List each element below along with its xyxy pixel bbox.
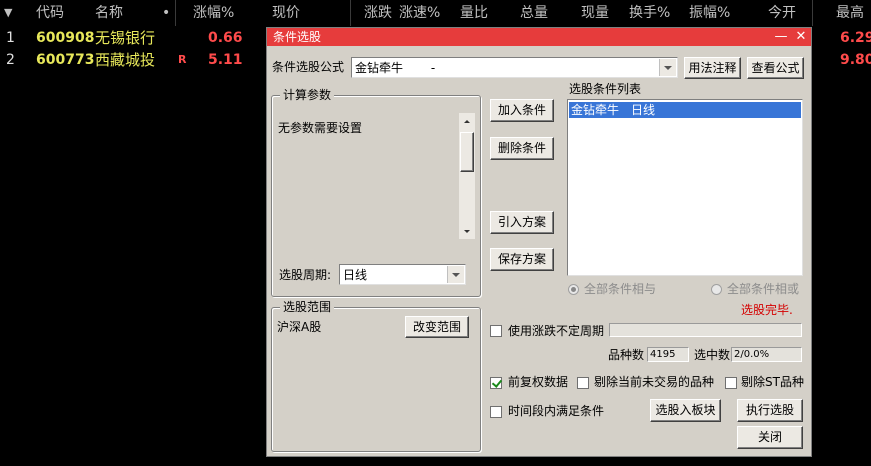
exclude-untraded-label: 剔除当前未交易的品种 [594,375,715,389]
header-divider [175,0,176,26]
uncertain-period-label: 使用涨跌不定周期 [508,324,605,338]
stock-change-pct: 0.66 [208,30,243,46]
radio-all-and[interactable] [568,284,579,295]
time-period-label: 时间段内满足条件 [508,404,605,418]
header-divider [812,0,813,26]
condition-list-label: 选股条件列表 [569,82,642,96]
adjusted-data-checkbox[interactable] [490,377,502,389]
radio-all-or-label: 全部条件相或 [727,282,800,296]
scroll-thumb[interactable] [460,132,474,172]
row-index: 2 [6,52,15,68]
count-value: 4195 [647,347,689,362]
params-group-title: 计算参数 [280,88,335,102]
row-index: 1 [6,30,15,46]
col-header-vol-ratio[interactable]: 量比 [460,0,488,26]
scroll-up-icon[interactable] [459,113,475,129]
stock-code: 600773 [36,52,95,68]
col-header-amplitude[interactable]: 振幅% [689,0,730,26]
uncertain-period-field [609,323,802,337]
radio-all-and-label: 全部条件相与 [584,282,657,296]
condition-screening-dialog: 条件选股 — ✕ 条件选股公式 金钻牵牛 - 用法注释 查看公式 计算参数 无参… [266,27,812,457]
col-header-price[interactable]: 现价 [272,0,300,26]
formula-label: 条件选股公式 [272,60,345,74]
stock-high: 6.29 [840,30,871,46]
period-value: 日线 [343,268,368,282]
col-header-change[interactable]: 涨跌 [364,0,392,26]
sort-indicator-icon[interactable]: ▼ [4,0,12,26]
col-header-name[interactable]: 名称 [95,0,123,26]
exclude-untraded-checkbox[interactable] [577,377,589,389]
dialog-titlebar[interactable]: 条件选股 — ✕ [267,28,811,46]
col-header-code[interactable]: 代码 [36,0,64,26]
formula-select[interactable]: 金钻牵牛 - [351,57,678,78]
view-formula-button[interactable]: 查看公式 [747,57,804,79]
stock-name: 西藏城投 [95,51,156,69]
usage-notes-button[interactable]: 用法注释 [684,57,741,79]
stock-change-pct: 5.11 [208,52,243,68]
status-text: 选股完毕. [741,303,793,317]
chevron-down-icon[interactable] [659,59,676,76]
chevron-down-icon[interactable] [447,266,464,283]
params-scrollbar[interactable] [459,113,475,239]
import-plan-button[interactable]: 引入方案 [490,211,554,234]
period-select[interactable]: 日线 [339,264,466,285]
dialog-title: 条件选股 [273,30,322,44]
execute-screening-button[interactable]: 执行选股 [737,399,803,422]
add-condition-button[interactable]: 加入条件 [490,99,554,122]
col-header-dot: • [162,5,171,21]
col-header-change-pct[interactable]: 涨幅% [193,0,234,26]
params-text: 无参数需要设置 [278,121,363,135]
col-header-speed[interactable]: 涨速% [399,0,440,26]
adjusted-data-label: 前复权数据 [508,375,569,389]
selected-value: 2/0.0% [731,347,802,362]
list-item[interactable]: 金钻牵牛 日线 [569,102,801,118]
col-header-open[interactable]: 今开 [768,0,796,26]
count-label: 品种数 [608,348,645,362]
stock-high: 9.80 [840,52,871,68]
col-header-total-vol[interactable]: 总量 [520,0,548,26]
stock-flag: R [178,53,187,66]
col-header-turnover[interactable]: 换手% [629,0,670,26]
scroll-down-icon[interactable] [459,223,475,239]
col-header-cur-vol[interactable]: 现量 [581,0,609,26]
header-divider [350,0,351,26]
selected-label: 选中数 [694,348,731,362]
close-icon[interactable]: ✕ [793,28,809,46]
range-group-title: 选股范围 [280,300,335,314]
time-period-checkbox[interactable] [490,406,502,418]
exclude-st-label: 剔除ST品种 [741,375,804,389]
close-button[interactable]: 关闭 [737,426,803,449]
formula-value: 金钻牵牛 - [355,61,436,75]
radio-all-or[interactable] [711,284,722,295]
to-block-button[interactable]: 选股入板块 [650,399,721,422]
condition-list[interactable]: 金钻牵牛 日线 [567,99,803,276]
range-text: 沪深A股 [277,320,322,334]
delete-condition-button[interactable]: 删除条件 [490,137,554,160]
period-label: 选股周期: [279,268,332,282]
change-range-button[interactable]: 改变范围 [405,316,469,338]
minimize-icon[interactable]: — [773,28,789,46]
uncertain-period-checkbox[interactable] [490,325,502,337]
stock-code: 600908 [36,30,95,46]
col-header-high[interactable]: 最高 [836,0,864,26]
exclude-st-checkbox[interactable] [725,377,737,389]
save-plan-button[interactable]: 保存方案 [490,248,554,271]
stock-name: 无锡银行 [95,29,156,47]
